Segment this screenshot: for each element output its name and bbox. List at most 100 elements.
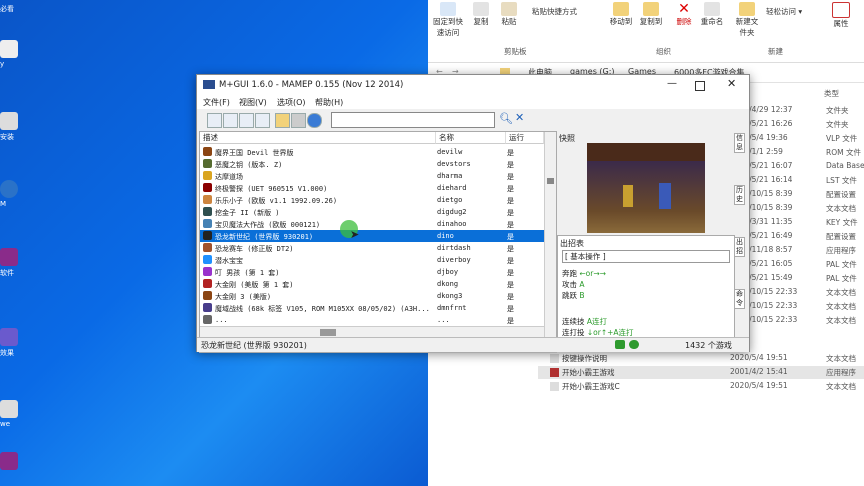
game-row[interactable]: 大金刚 (美版 第 1 套) dkong 是 [200,278,544,290]
game-romname: dmnfrnt [437,304,467,312]
desktop-icon-3[interactable]: 安装 [0,112,24,142]
game-row[interactable]: 魔域战线 (68k 标签 V105, ROM M105XX 08/05/02) … [200,302,544,314]
easy-access-button[interactable]: 轻松访问 ▾ [766,6,816,17]
file-date: 2020/5/4 19:51 [730,353,788,362]
rename-button[interactable]: 重命名 [698,2,726,27]
close-icon[interactable]: ✕ [727,77,736,90]
menu-options[interactable]: 选项(O) [277,97,306,108]
desktop-icon-4[interactable]: M [0,180,24,208]
title-bar[interactable]: M+GUI 1.6.0 - MAMEP 0.155 (Nov 12 2014) … [197,75,749,95]
column-header-description[interactable]: 描述 [200,132,436,144]
file-row[interactable]: 开始小霸王游戏C 2020/5/4 19:51 文本文档 [538,380,864,393]
copy-to-icon [643,2,659,16]
move-value: ↓or↑+A连打 [586,328,634,337]
game-status: 是 [507,149,514,157]
scrollbar-thumb[interactable] [320,329,336,336]
details-view-icon[interactable] [255,113,270,128]
new-folder-button[interactable]: 新建文件夹 [734,2,760,38]
game-status: 是 [507,185,514,193]
status-icon [629,340,639,349]
game-row[interactable]: 终极警探 (UET 960515 V1.000) diehard 是 [200,182,544,194]
game-row[interactable]: 恐龙赛车 (修正版 DT2) dirtdash 是 [200,242,544,254]
game-row[interactable]: 宝贝魔法大作战 (欧版 000121) dinahoo 是 [200,218,544,230]
app-icon [0,180,18,198]
desktop-icon-1[interactable]: 必看 [0,2,24,14]
maximize-icon[interactable] [695,81,705,91]
game-status: 是 [507,269,514,277]
ribbon: 固定到快速访问 复制 粘贴 粘贴快捷方式 移动到 复制到 ✕ 删除 重命名 新建文… [428,0,864,63]
small-icons-icon[interactable] [223,113,238,128]
game-description: 终极警探 (UET 960515 V1.000) [215,185,328,193]
file-row[interactable]: 开始小霸王游戏 2001/4/2 15:41 应用程序 [538,366,864,379]
game-icon [203,159,212,168]
button-label: 属性 [833,19,849,28]
desktop-icon-5[interactable]: 软件 [0,248,24,278]
button-label: 复制到 [639,17,663,26]
folder-icon[interactable] [275,113,290,128]
side-tab[interactable]: 命令 [734,289,745,309]
menu-view[interactable]: 视图(V) [239,97,267,108]
file-date: 2020/5/4 19:51 [730,381,788,390]
pin-quick-access-button[interactable]: 固定到快速访问 [430,2,466,38]
wrench-icon[interactable] [291,113,306,128]
scrollbar-thumb[interactable] [547,178,554,184]
menu-file[interactable]: 文件(F) [203,97,230,108]
side-tab[interactable]: 信息 [734,133,745,153]
vertical-scrollbar[interactable] [544,132,556,338]
delete-button[interactable]: ✕ 删除 [672,2,696,27]
game-status: 是 [507,317,514,325]
game-row[interactable]: 恶魔之钥 (版本. Z) devstors 是 [200,158,544,170]
game-status: 是 [507,293,514,301]
status-bar: 恐龙新世纪 (世界版 930201) 1432 个游戏 [197,337,749,352]
clear-search-icon[interactable]: ✕ [515,111,524,124]
search-input[interactable] [331,112,495,128]
copy-to-button[interactable]: 复制到 [636,2,666,27]
game-description: 挖金子 II (新版 ) [215,209,280,217]
game-row[interactable]: 潜水宝宝 diverboy 是 [200,254,544,266]
button-label: 固定到快速访问 [433,17,463,37]
desktop-icon-2[interactable]: y [0,40,24,68]
move-value: A连打 [586,317,608,326]
copy-button[interactable]: 复制 [470,2,492,27]
file-type: 配置设置 [826,190,856,199]
game-icon [203,255,212,264]
file-type: 文本文档 [826,204,856,213]
game-row[interactable]: 挖金子 II (新版 ) digdug2 是 [200,206,544,218]
side-tab[interactable]: 出招 [734,237,745,257]
game-row[interactable]: 恐龙新世纪 (世界版 930201) dino 是 [200,230,544,242]
app-icon [0,40,18,58]
side-tab[interactable]: 历史 [734,185,745,205]
large-icons-icon[interactable] [207,113,222,128]
column-header-name[interactable]: 名称 [436,132,506,144]
desktop-icon-7[interactable]: we [0,400,24,428]
game-row[interactable]: 魔界王国 Devil 世界版 devilw 是 [200,146,544,158]
paste-button[interactable]: 粘贴 [498,2,520,27]
move-to-button[interactable]: 移动到 [606,2,636,27]
desktop-icon-8[interactable] [0,452,24,470]
search-icon[interactable]: 🔍︎ [499,112,513,125]
game-row[interactable]: 达摩道场 dharma 是 [200,170,544,182]
snapshot-hud [587,143,705,161]
file-row[interactable]: 按键操作说明 2020/5/4 19:51 文本文档 [538,352,864,365]
moves-mode-select[interactable]: [ 基本操作 ] [562,250,730,263]
list-view-icon[interactable] [239,113,254,128]
ribbon-group-new: 新建 [768,47,783,56]
game-romname: devstors [437,160,471,168]
game-row[interactable]: ...... 是 [200,314,544,326]
file-name: 开始小霸王游戏 [562,368,615,377]
game-row[interactable]: 大金刚 3 (美版) dkong3 是 [200,290,544,302]
paste-shortcut-button[interactable]: 粘贴快捷方式 [532,6,596,17]
game-row[interactable]: 叮 男孩 (第 1 套) djboy 是 [200,266,544,278]
file-type: 文本文档 [826,288,856,297]
game-row[interactable]: 乐乐小子 (欧版 v1.1 1992.09.26) dietgo 是 [200,194,544,206]
desktop-icon-6[interactable]: 效果 [0,328,24,358]
menu-help[interactable]: 帮助(H) [315,97,343,108]
rename-icon [704,2,720,16]
game-description: 魔域战线 (68k 标签 V105, ROM M105XX 08/05/02) … [215,305,430,313]
toolbar: 🔍︎ ✕ [197,109,749,131]
help-icon[interactable] [307,113,322,128]
column-header-type[interactable]: 类型 [824,88,839,99]
properties-button[interactable]: 属性 [828,2,854,29]
minimize-icon[interactable]: — [667,78,677,89]
column-header-status[interactable]: 运行 [506,132,544,144]
